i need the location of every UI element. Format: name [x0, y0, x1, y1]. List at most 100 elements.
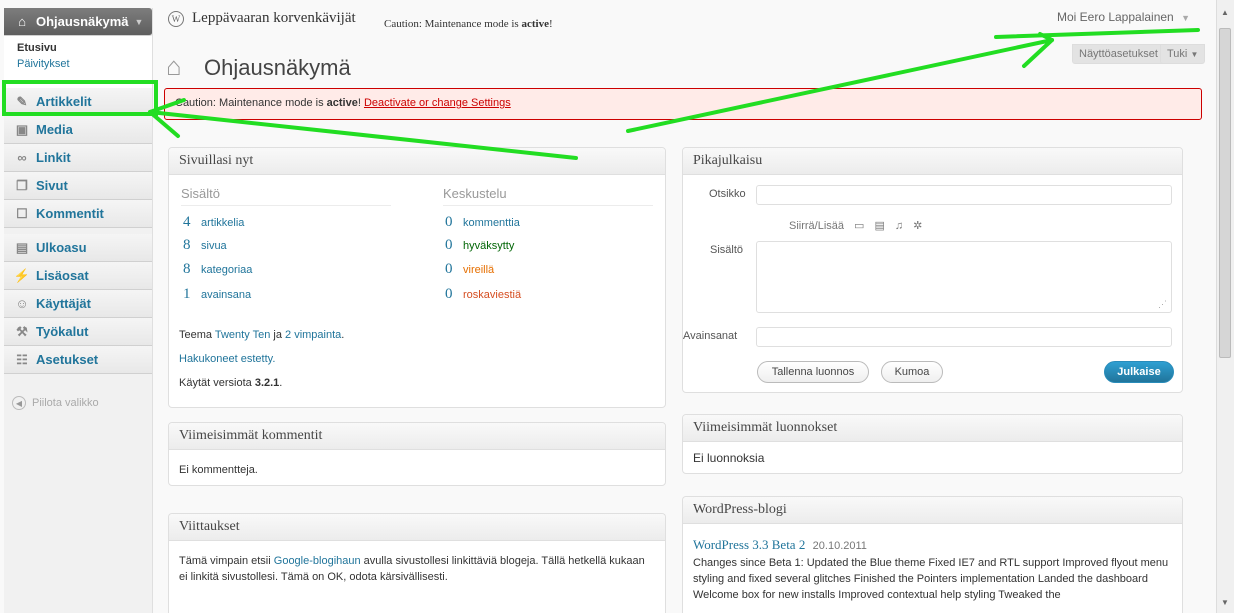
menu-media-label: Media	[36, 122, 73, 137]
stat-spam[interactable]: 0 roskaviestiä	[445, 286, 521, 303]
stat-posts[interactable]: 4 artikkelia	[183, 214, 244, 231]
pending-count: 0	[445, 261, 453, 277]
stat-pending[interactable]: 0 vireillä	[445, 261, 494, 278]
admin-menu: ⌂ Ohjausnäkymä ▼ Etusivu Päivitykset ✎ A…	[4, 8, 153, 613]
tags-label: Avainsanat	[683, 330, 738, 342]
add-video-icon[interactable]: ▤	[874, 219, 884, 232]
theme-mid: ja	[270, 329, 286, 341]
recent-drafts-widget: Viimeisimmät luonnokset Ei luonnoksia	[682, 414, 1183, 474]
blog-post-date: 20.10.2011	[812, 540, 867, 552]
menu-media[interactable]: ▣ Media	[4, 116, 152, 144]
header-maintenance-notice: Caution: Maintenance mode is active!	[384, 18, 553, 30]
vertical-scrollbar[interactable]: ▲ ▼	[1216, 0, 1234, 613]
collapse-menu[interactable]: ◀ Piilota valikko	[12, 396, 99, 410]
recent-comments-widget: Viimeisimmät kommentit Ei kommentteja.	[168, 422, 666, 486]
categories-link[interactable]: kategoriaa	[201, 264, 252, 276]
recent-comments-title[interactable]: Viimeisimmät kommentit	[169, 423, 665, 450]
blog-post-heading: WordPress 3.3 Beta 2 20.10.2011	[693, 537, 867, 553]
howdy-user-menu[interactable]: Moi Eero Lappalainen ▼	[1057, 10, 1190, 24]
incoming-links-pre: Tämä vimpain etsii	[179, 555, 274, 567]
stat-tags[interactable]: 1 avainsana	[183, 286, 251, 303]
menu-plugins[interactable]: ⚡ Lisäosat	[4, 262, 152, 290]
comments-link[interactable]: kommenttia	[463, 217, 520, 229]
submenu-updates[interactable]: Päivitykset	[4, 56, 152, 72]
right-now-title[interactable]: Sivuillasi nyt	[169, 148, 665, 175]
menu-dashboard[interactable]: ⌂ Ohjausnäkymä ▼	[4, 8, 152, 36]
quickpress-title[interactable]: Pikajulkaisu	[683, 148, 1182, 175]
version-pre: Käytät versiota	[179, 377, 255, 389]
menu-tools[interactable]: ⚒ Työkalut	[4, 318, 152, 346]
spam-count: 0	[445, 286, 453, 302]
plugin-icon: ⚡	[13, 267, 31, 283]
menu-appearance[interactable]: ▤ Ulkoasu	[4, 234, 152, 262]
add-image-icon[interactable]: ▭	[854, 219, 864, 232]
chevron-down-icon: ▼	[134, 16, 144, 27]
collapse-menu-label: Piilota valikko	[32, 397, 99, 409]
scroll-up-icon[interactable]: ▲	[1221, 8, 1229, 17]
theme-link[interactable]: Twenty Ten	[215, 329, 270, 341]
pages-count: 8	[183, 237, 191, 253]
widgets-link[interactable]: 2 vimpainta	[285, 329, 341, 341]
spam-link[interactable]: roskaviestiä	[463, 289, 521, 301]
pages-link[interactable]: sivua	[201, 240, 227, 252]
incoming-links-text: Tämä vimpain etsii Google-blogihaun avul…	[169, 541, 665, 593]
posts-link[interactable]: artikkelia	[201, 217, 244, 229]
content-heading: Sisältö	[181, 186, 391, 206]
stat-pages[interactable]: 8 sivua	[183, 237, 227, 254]
menu-comments-label: Kommentit	[36, 206, 104, 221]
help-tab[interactable]: Tuki ▼	[1160, 44, 1206, 64]
wordpress-blog-title[interactable]: WordPress-blogi	[683, 497, 1182, 524]
categories-count: 8	[183, 261, 191, 277]
tools-icon: ⚒	[16, 323, 28, 339]
search-blocked-link[interactable]: Hakukoneet estetty.	[179, 353, 275, 365]
blog-post-link[interactable]: WordPress 3.3 Beta 2	[693, 537, 805, 552]
site-title[interactable]: W Leppävaaran korvenkävijät	[168, 10, 356, 27]
save-draft-button[interactable]: Tallenna luonnos	[757, 361, 869, 383]
content-label: Sisältö	[710, 244, 744, 256]
menu-settings[interactable]: ☷ Asetukset	[4, 346, 152, 374]
stat-approved[interactable]: 0 hyväksytty	[445, 237, 514, 254]
approved-link[interactable]: hyväksytty	[463, 240, 514, 252]
tags-link[interactable]: avainsana	[201, 289, 251, 301]
theme-post: .	[341, 329, 345, 341]
tags-count: 1	[183, 286, 191, 302]
post-content-textarea[interactable]: ⋰	[756, 241, 1172, 313]
wordpress-logo-icon: W	[168, 10, 184, 27]
version-info: Käytät versiota 3.2.1.	[179, 377, 282, 389]
scroll-down-icon[interactable]: ▼	[1221, 598, 1229, 607]
menu-users[interactable]: ☺ Käyttäjät	[4, 290, 152, 318]
howdy-underline	[994, 28, 1200, 39]
menu-links[interactable]: ∞ Linkit	[4, 144, 152, 172]
notice-pre: Caution: Maintenance mode is	[175, 97, 327, 109]
add-audio-icon[interactable]: ♫	[895, 220, 903, 232]
recent-drafts-title[interactable]: Viimeisimmät luonnokset	[683, 415, 1182, 442]
menu-pages[interactable]: ❐ Sivut	[4, 172, 152, 200]
discussion-heading: Keskustelu	[443, 186, 653, 206]
post-tags-input[interactable]	[756, 327, 1172, 347]
menu-links-label: Linkit	[36, 150, 71, 165]
deactivate-settings-link[interactable]: Deactivate or change Settings	[364, 97, 511, 109]
menu-posts[interactable]: ✎ Artikkelit	[4, 88, 152, 116]
header-notice-post: !	[548, 18, 553, 30]
reset-button[interactable]: Kumoa	[881, 361, 943, 383]
post-title-input[interactable]	[756, 185, 1172, 205]
chevron-down-icon: ▼	[1190, 50, 1199, 59]
submenu-home[interactable]: Etusivu	[4, 36, 152, 56]
stat-comments[interactable]: 0 kommenttia	[445, 214, 520, 231]
stat-categories[interactable]: 8 kategoriaa	[183, 261, 252, 278]
add-media-icon[interactable]: ✲	[913, 219, 922, 232]
resize-grip-icon[interactable]: ⋰	[1158, 299, 1167, 310]
menu-plugins-label: Lisäosat	[36, 268, 89, 283]
incoming-links-title[interactable]: Viittaukset	[169, 514, 665, 541]
howdy-text: Moi Eero Lappalainen	[1056, 10, 1174, 24]
menu-comments[interactable]: ☐ Kommentit	[4, 200, 152, 228]
help-label: Tuki	[1167, 48, 1188, 60]
media-icon: ▣	[15, 121, 29, 137]
collapse-arrow-icon: ◀	[12, 396, 26, 410]
pending-link[interactable]: vireillä	[463, 264, 494, 276]
publish-button[interactable]: Julkaise	[1104, 361, 1174, 383]
recent-comments-empty: Ei kommentteja.	[179, 464, 258, 476]
google-blog-search-link[interactable]: Google-blogihaun	[274, 555, 361, 567]
scrollbar-thumb[interactable]	[1219, 28, 1231, 358]
menu-pages-label: Sivut	[36, 178, 68, 193]
